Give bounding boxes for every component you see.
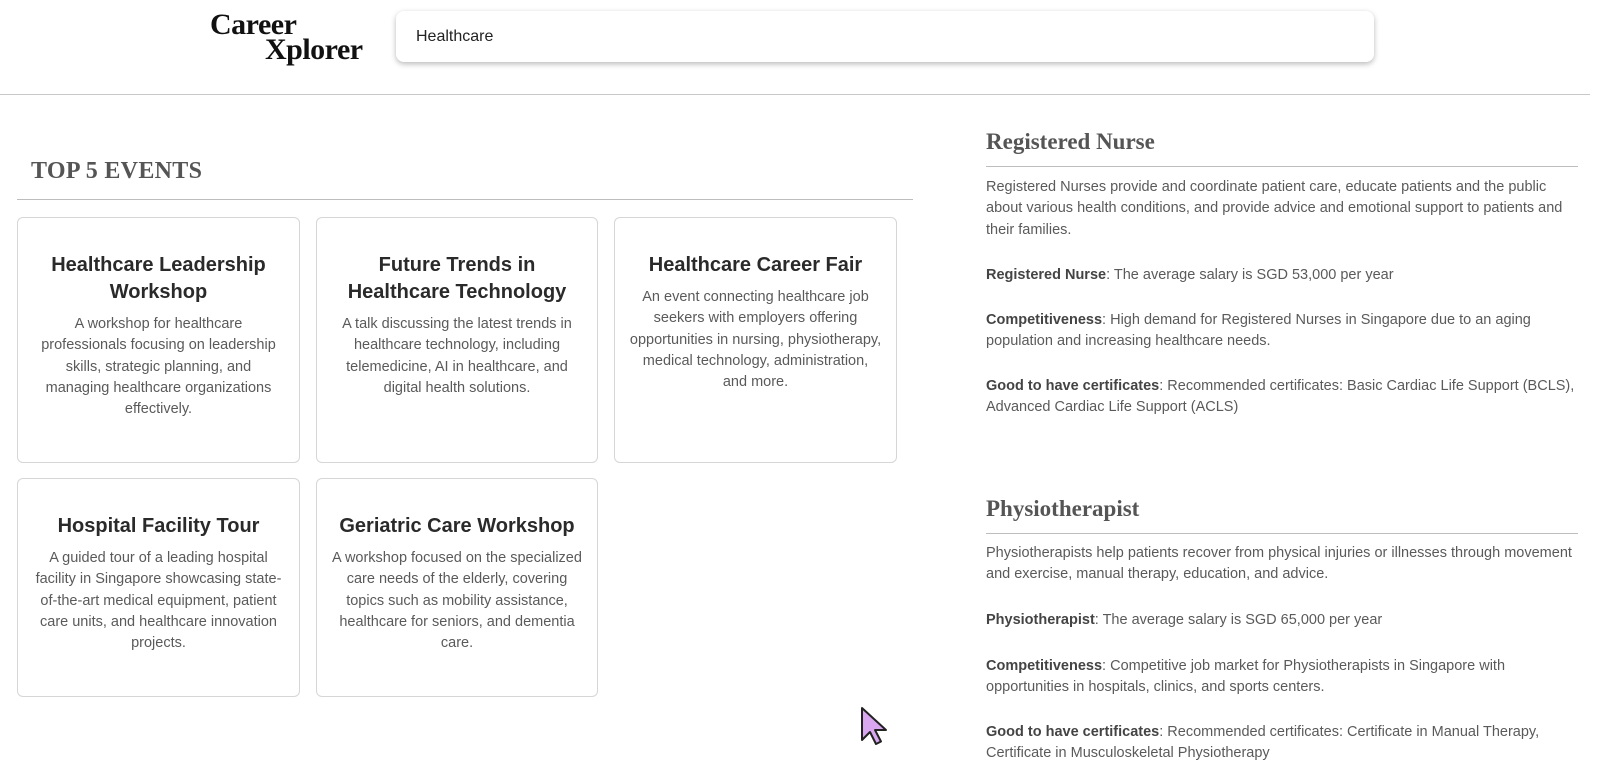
event-card[interactable]: Future Trends in Healthcare Technology A… [316,217,598,463]
event-title: Hospital Facility Tour [57,515,260,537]
event-title: Healthcare Career Fair [648,254,863,276]
logo-line-2: Xplorer [265,33,363,66]
events-divider [17,199,913,200]
salary-label: Physiotherapist [986,612,1095,628]
event-title: Healthcare Leadership Workshop [51,254,266,303]
event-description: A talk discussing the latest trends in h… [342,316,572,396]
competitiveness-label: Competitiveness [986,312,1103,328]
job-description: Registered Nurses provide and coordinate… [986,179,1563,238]
event-description: An event connecting healthcare job seeke… [629,289,882,391]
mouse-pointer-icon [861,707,887,745]
competitiveness-label: Competitiveness [986,658,1103,674]
event-description: A guided tour of a leading hospital faci… [35,550,282,652]
search-bar [396,11,1374,62]
job-title: Physiotherapist [986,496,1140,521]
certificates-label: Good to have certificates [986,378,1160,394]
event-title: Future Trends in Healthcare Technology [347,254,567,303]
certificates-label: Good to have certificates [986,724,1160,740]
salary-label: Registered Nurse [986,267,1107,283]
job-competitiveness: Competitiveness: Competitive job market … [986,656,1576,699]
job-salary: Registered Nurse: The average salary is … [986,265,1576,286]
job-description: Physiotherapists help patients recover f… [986,545,1572,583]
job-title: Registered Nurse [986,129,1155,154]
event-description: A workshop for healthcare professionals … [41,316,276,418]
salary-text: : The average salary is SGD 53,000 per y… [1106,267,1394,283]
job-certificates: Good to have certificates: Recommended c… [986,376,1576,419]
job-certificates: Good to have certificates: Recommended c… [986,722,1576,765]
event-card[interactable]: Healthcare Career Fair An event connecti… [614,217,897,463]
job-competitiveness: Competitiveness: High demand for Registe… [986,310,1576,353]
career-xplorer-logo[interactable]: Career Xplorer [210,8,380,68]
salary-text: : The average salary is SGD 65,000 per y… [1094,612,1383,628]
event-card[interactable]: Hospital Facility Tour A guided tour of … [17,478,300,697]
event-description: A workshop focused on the specialized ca… [332,550,582,652]
job-divider [986,166,1578,167]
job-salary: Physiotherapist: The average salary is S… [986,610,1576,631]
job-divider [986,533,1578,534]
search-input[interactable] [396,11,1374,62]
event-title: Geriatric Care Workshop [339,515,575,537]
event-card[interactable]: Healthcare Leadership Workshop A worksho… [17,217,300,463]
events-section-title: TOP 5 EVENTS [31,158,203,184]
event-card[interactable]: Geriatric Care Workshop A workshop focus… [316,478,598,697]
top-header: Career Xplorer [0,0,1590,95]
